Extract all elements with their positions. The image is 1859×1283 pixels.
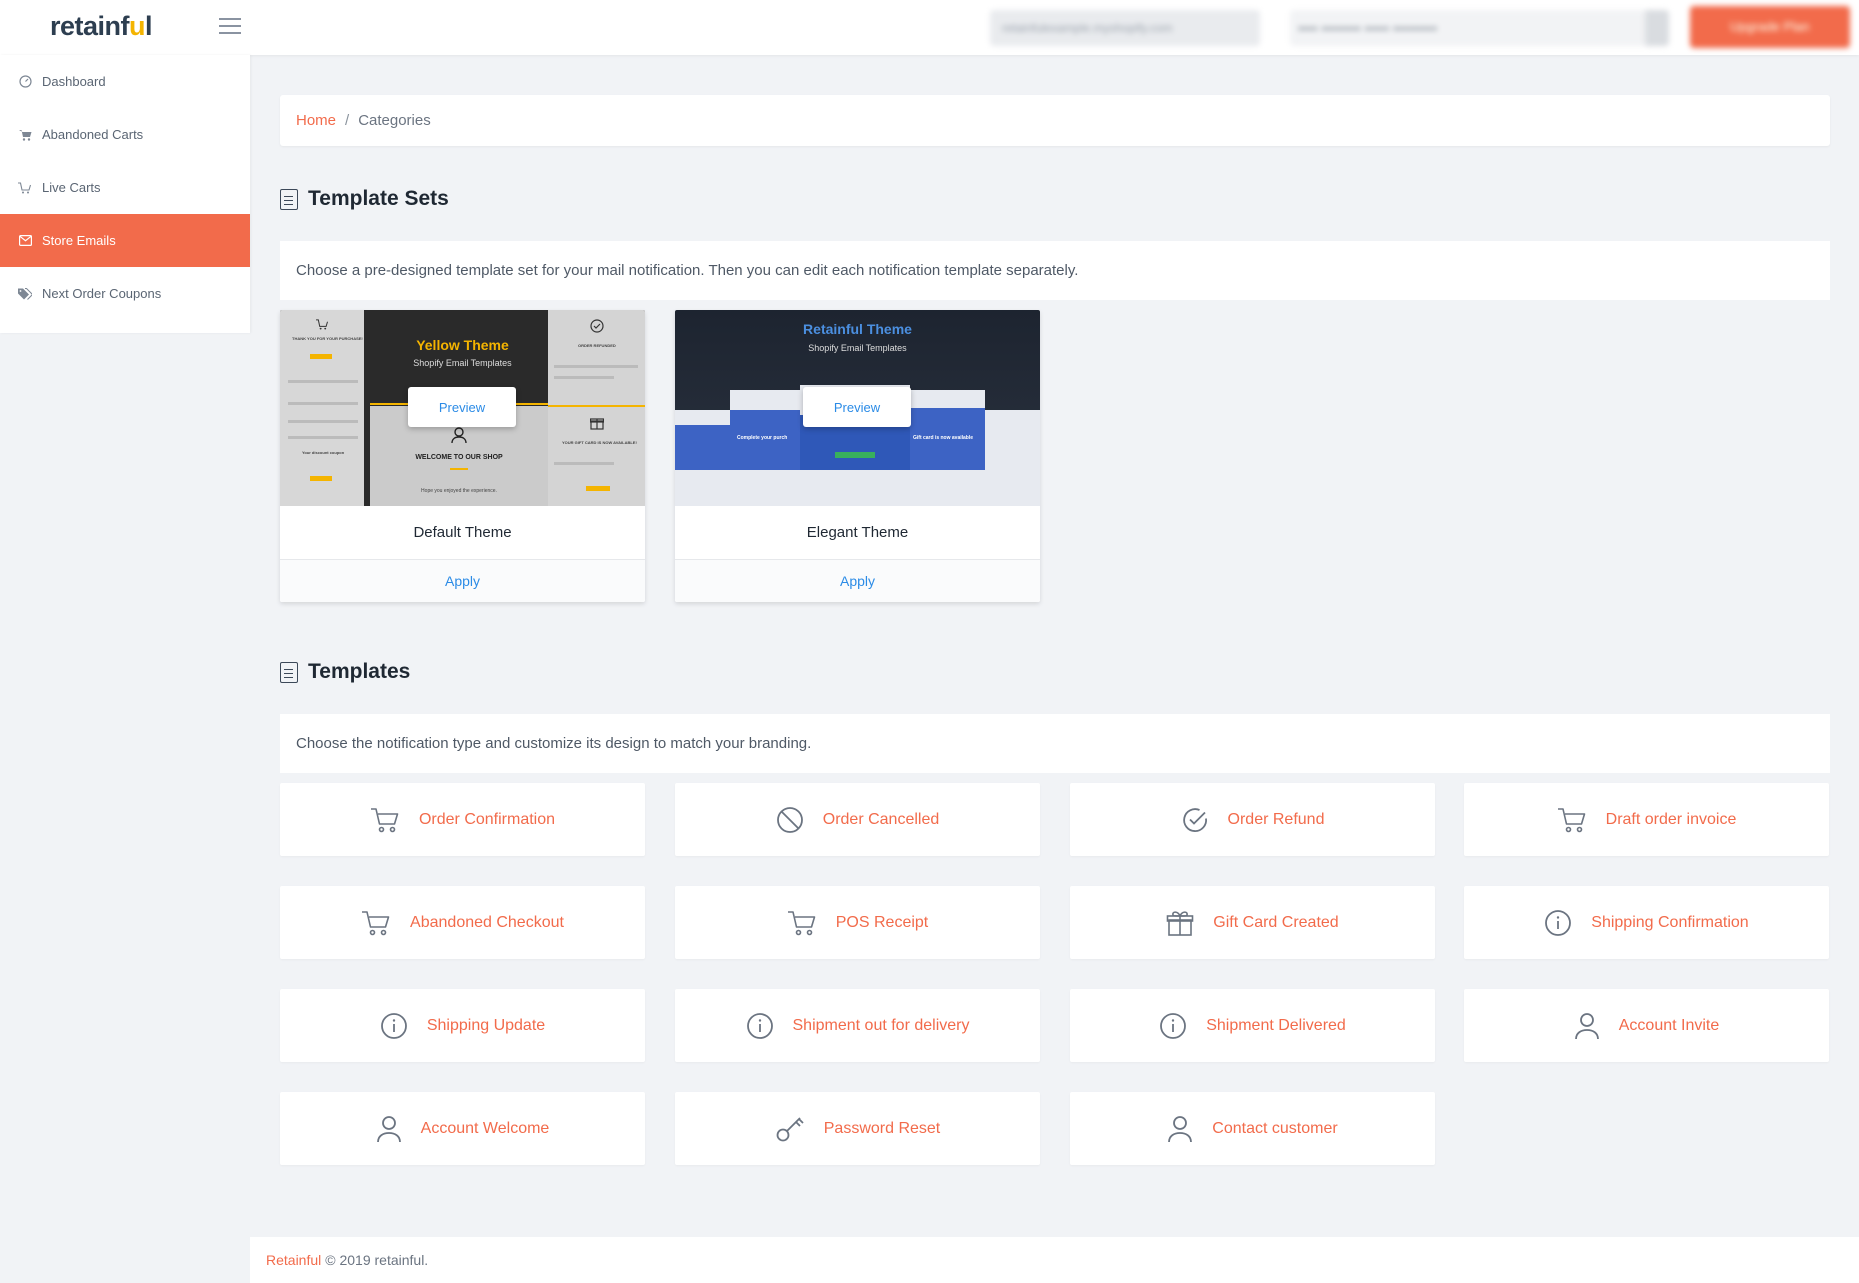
sidebar-item-store-emails[interactable]: Store Emails [0, 214, 250, 267]
section-title-text: Template Sets [308, 187, 449, 210]
menu-toggle-icon[interactable] [219, 18, 241, 36]
sidebar-item-next-order-coupons[interactable]: Next Order Coupons [0, 267, 250, 320]
theme-preview-image-retainful: Complete your purch Gift card is now ava… [675, 310, 1040, 506]
template-card-order-refund[interactable]: Order Refund [1070, 783, 1435, 856]
template-card-abandoned-checkout[interactable]: Abandoned Checkout [280, 886, 645, 959]
cart-icon [18, 128, 32, 142]
cart-icon [787, 909, 826, 937]
cart-icon [1557, 806, 1596, 834]
info-icon [1159, 1012, 1196, 1040]
theme-image-subtitle: Shopify Email Templates [413, 358, 512, 368]
description-text: Choose a pre-designed template set for y… [296, 262, 1079, 279]
gift-icon [1166, 909, 1203, 937]
cart-icon [361, 909, 400, 937]
user-icon [376, 1115, 411, 1143]
template-card-pos-receipt[interactable]: POS Receipt [675, 886, 1040, 959]
template-sets-heading: Template Sets [280, 187, 449, 211]
template-card-label: Shipping Update [426, 1016, 546, 1034]
theme-image-title: Retainful Theme [803, 321, 912, 337]
info-icon [746, 1012, 783, 1040]
template-card-label: Gift Card Created [1213, 913, 1339, 931]
template-card-shipment-out-for-delivery[interactable]: Shipment out for delivery [675, 989, 1040, 1062]
template-card-shipping-update[interactable]: Shipping Update [280, 989, 645, 1062]
sidebar-item-label: Dashboard [42, 74, 106, 89]
sidebar: Dashboard Abandoned Carts Live Carts Sto… [0, 55, 250, 333]
theme-image-subtitle: Shopify Email Templates [808, 343, 907, 353]
upgrade-button[interactable]: Upgrade Plan [1690, 6, 1850, 48]
check-circle-icon [1181, 806, 1218, 834]
sidebar-item-abandoned-carts[interactable]: Abandoned Carts [0, 108, 250, 161]
template-card-label: Order Cancelled [822, 810, 940, 828]
footer: Retainful © 2019 retainful. [250, 1237, 1859, 1283]
template-card-label: Account Invite [1618, 1016, 1720, 1034]
template-card-label: Shipment out for delivery [792, 1016, 970, 1034]
template-card-label: Abandoned Checkout [410, 913, 564, 931]
template-card-password-reset[interactable]: Password Reset [675, 1092, 1040, 1165]
template-card-label: Password Reset [823, 1119, 941, 1137]
template-card-label: Shipping Confirmation [1591, 913, 1749, 931]
template-card-account-invite[interactable]: Account Invite [1464, 989, 1829, 1062]
theme-image-title: Yellow Theme [416, 337, 509, 353]
template-card-order-confirmation[interactable]: Order Confirmation [280, 783, 645, 856]
template-card-draft-order-invoice[interactable]: Draft order invoice [1464, 783, 1829, 856]
sidebar-item-label: Next Order Coupons [42, 286, 162, 301]
template-card-account-welcome[interactable]: Account Welcome [280, 1092, 645, 1165]
sidebar-item-live-carts[interactable]: Live Carts [0, 161, 250, 214]
template-card-order-cancelled[interactable]: Order Cancelled [675, 783, 1040, 856]
apply-theme-button[interactable]: Apply [675, 559, 1040, 602]
sidebar-item-label: Live Carts [42, 180, 101, 195]
templates-heading: Templates [280, 660, 410, 684]
template-sets-description: Choose a pre-designed template set for y… [280, 241, 1830, 300]
store-selector[interactable]: retainfulexample.myshopify.com [990, 10, 1260, 46]
theme-preview-image-yellow: THANK YOU FOR YOUR PURCHASE! Your discou… [280, 310, 645, 506]
dashboard-icon [18, 75, 32, 89]
cart-outline-icon [18, 181, 32, 195]
settings-icon[interactable] [1645, 10, 1669, 46]
sidebar-item-label: Store Emails [42, 233, 116, 248]
template-card-label: Account Welcome [420, 1119, 550, 1137]
info-icon [380, 1012, 417, 1040]
key-icon [775, 1115, 814, 1143]
template-card-shipment-delivered[interactable]: Shipment Delivered [1070, 989, 1435, 1062]
user-icon [1167, 1115, 1202, 1143]
ban-icon [776, 806, 813, 834]
breadcrumb-separator: / [345, 112, 350, 129]
preview-button[interactable]: Preview [408, 387, 516, 427]
template-card-label: Draft order invoice [1605, 810, 1737, 828]
top-bar: retainful retainfulexample.myshopify.com… [0, 0, 1859, 55]
document-icon [280, 188, 298, 210]
theme-card-default: THANK YOU FOR YOUR PURCHASE! Your discou… [280, 310, 645, 602]
theme-name: Default Theme [413, 524, 512, 541]
preview-button[interactable]: Preview [803, 387, 911, 427]
document-icon [280, 661, 298, 683]
sidebar-item-dashboard[interactable]: Dashboard [0, 55, 250, 108]
breadcrumb: Home / Categories [280, 95, 1830, 146]
theme-card-elegant: Complete your purch Gift card is now ava… [675, 310, 1040, 602]
footer-copyright: © 2019 retainful. [325, 1252, 429, 1268]
envelope-icon [18, 234, 32, 248]
template-card-label: Order Confirmation [418, 810, 556, 828]
template-card-label: Shipment Delivered [1206, 1016, 1346, 1034]
user-icon [1574, 1012, 1609, 1040]
breadcrumb-home-link[interactable]: Home [296, 112, 336, 129]
tags-icon [18, 287, 32, 301]
plan-info: •••• •••••••• ••••• ••••••••• [1290, 10, 1650, 46]
description-text: Choose the notification type and customi… [296, 735, 812, 752]
cart-icon [370, 806, 409, 834]
template-card-label: POS Receipt [835, 913, 929, 931]
footer-brand-link[interactable]: Retainful [266, 1252, 321, 1268]
apply-theme-button[interactable]: Apply [280, 559, 645, 602]
breadcrumb-current: Categories [358, 112, 431, 129]
theme-name: Elegant Theme [806, 524, 909, 541]
info-icon [1544, 909, 1581, 937]
sidebar-item-label: Abandoned Carts [42, 127, 144, 142]
section-title-text: Templates [308, 660, 411, 683]
template-card-label: Order Refund [1227, 810, 1325, 828]
template-card-shipping-confirmation[interactable]: Shipping Confirmation [1464, 886, 1829, 959]
template-card-contact-customer[interactable]: Contact customer [1070, 1092, 1435, 1165]
retainful-logo[interactable]: retainful [50, 11, 153, 42]
templates-description: Choose the notification type and customi… [280, 714, 1830, 773]
template-card-label: Contact customer [1212, 1119, 1338, 1137]
template-card-gift-card-created[interactable]: Gift Card Created [1070, 886, 1435, 959]
